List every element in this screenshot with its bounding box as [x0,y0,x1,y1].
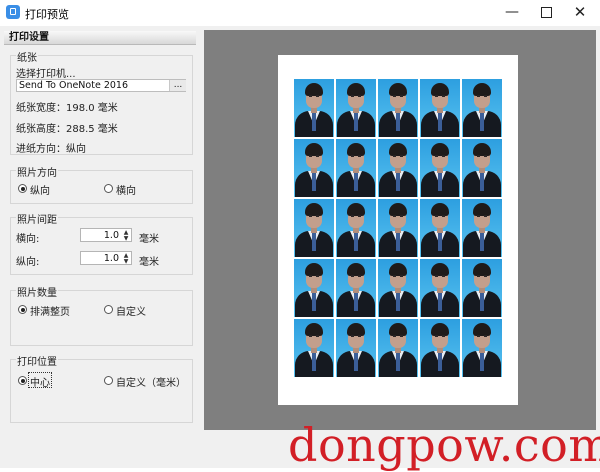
select-printer-label: 选择打印机... [16,69,76,80]
app-icon [6,5,20,19]
print-preview-window: 打印预览 — ✕ 打印设置 纸张 选择打印机... Send To OneNot… [0,0,600,468]
paper-group-title: 纸张 [16,49,38,64]
horizontal-spacing-value: 1.0 [103,230,119,241]
id-photo [420,79,460,137]
photo-count-group-title: 照片数量 [16,284,58,299]
custom-count-radio[interactable] [104,305,113,314]
id-photo [462,319,502,377]
print-position-group-title: 打印位置 [16,353,58,368]
custom-count-label[interactable]: 自定义 [116,303,146,318]
id-photo [294,79,334,137]
browse-printer-button[interactable]: ... [169,80,186,91]
id-photo [462,139,502,197]
custom-position-radio[interactable] [104,376,113,385]
center-radio[interactable] [18,376,27,385]
id-photo [378,199,418,257]
id-photo [336,79,376,137]
id-photo [378,319,418,377]
center-label[interactable]: 中心 [30,374,50,389]
printer-name: Send To OneNote 2016 [19,80,128,91]
id-photo [294,259,334,317]
photo-grid [294,79,502,379]
maximize-icon [540,6,552,18]
maximize-button[interactable] [530,0,562,24]
custom-position-label[interactable]: 自定义（毫米） [116,374,186,389]
paper-height-label: 纸张高度：288.5 毫米 [16,124,118,135]
id-photo [336,199,376,257]
id-photo [294,199,334,257]
spin-arrows-icon[interactable]: ▲ ▼ [122,230,130,242]
id-photo [462,79,502,137]
orientation-group-title: 照片方向 [16,164,58,179]
id-photo [378,79,418,137]
id-photo [420,139,460,197]
portrait-label[interactable]: 纵向 [30,182,50,197]
id-photo [420,199,460,257]
id-photo [420,259,460,317]
id-photo [462,199,502,257]
fill-page-label[interactable]: 排满整页 [30,303,70,318]
id-photo [294,319,334,377]
vertical-spacing-value: 1.0 [103,253,119,264]
spin-arrows-icon[interactable]: ▲ ▼ [122,253,130,265]
horizontal-spacing-label: 横向: [16,234,40,245]
horizontal-spacing-unit: 毫米 [139,234,159,245]
minimize-button[interactable]: — [496,0,528,24]
title-bar: 打印预览 — ✕ [0,0,600,26]
id-photo [336,259,376,317]
id-photo [294,139,334,197]
landscape-radio[interactable] [104,184,113,193]
fill-page-radio[interactable] [18,305,27,314]
portrait-radio[interactable] [18,184,27,193]
window-title: 打印预览 [25,8,69,21]
vertical-spacing-stepper[interactable]: 1.0 ▲ ▼ [80,251,132,265]
id-photo [462,259,502,317]
close-button[interactable]: ✕ [564,0,596,24]
printer-field[interactable]: Send To OneNote 2016 [16,79,186,92]
vertical-spacing-unit: 毫米 [139,257,159,268]
vertical-spacing-label: 纵向: [16,257,40,268]
spacing-group-title: 照片间距 [16,211,58,226]
print-position-group [10,359,193,423]
id-photo [378,139,418,197]
landscape-label[interactable]: 横向 [116,182,136,197]
id-photo [378,259,418,317]
id-photo [420,319,460,377]
paper-width-label: 纸张宽度：198.0 毫米 [16,103,118,114]
id-photo [336,319,376,377]
watermark-text: dongpow.com [288,418,600,472]
print-settings-header: 打印设置 [4,31,196,45]
horizontal-spacing-stepper[interactable]: 1.0 ▲ ▼ [80,228,132,242]
id-photo [336,139,376,197]
paper-feed-label: 进纸方向：纵向 [16,144,86,155]
